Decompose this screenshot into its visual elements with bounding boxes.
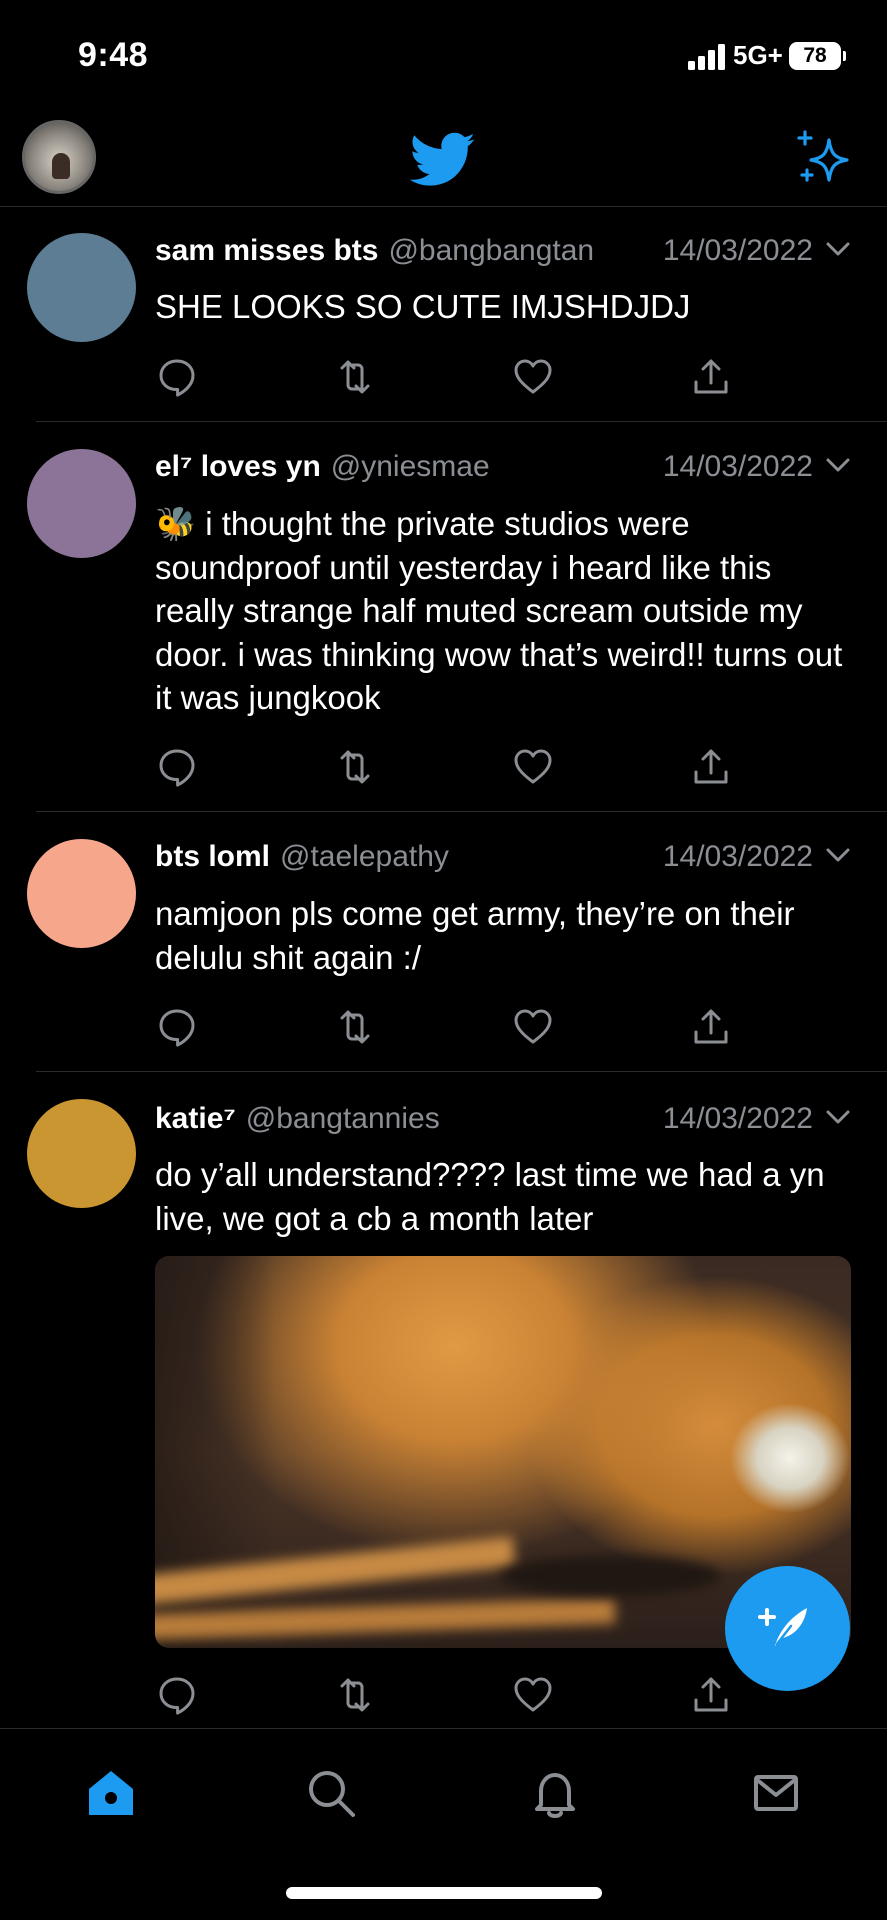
- heart-icon: [514, 1677, 552, 1712]
- reply-button[interactable]: [155, 1673, 199, 1717]
- share-button[interactable]: [689, 1673, 733, 1717]
- display-name[interactable]: sam misses bts: [155, 234, 378, 267]
- avatar-figure: [52, 153, 70, 179]
- battery-tip: [843, 51, 846, 61]
- profile-avatar-button[interactable]: [22, 120, 96, 194]
- heart-icon: [514, 1009, 552, 1044]
- retweet-icon: [340, 360, 370, 394]
- retweet-button[interactable]: [333, 355, 377, 399]
- display-name[interactable]: el⁷ loves yn: [155, 450, 321, 483]
- like-button[interactable]: [511, 355, 555, 399]
- tweet-header: bts loml @taelepathy 14/03/2022: [155, 840, 851, 880]
- tweet-actions: [155, 355, 755, 399]
- like-button[interactable]: [511, 745, 555, 789]
- tweet-1[interactable]: sam misses bts @bangbangtan 14/03/2022 SH…: [0, 208, 887, 422]
- tweet-actions: [155, 1673, 755, 1717]
- share-button[interactable]: [689, 355, 733, 399]
- reply-icon: [159, 1677, 195, 1715]
- tweet-date: 14/03/2022: [662, 840, 813, 873]
- retweet-button[interactable]: [333, 745, 377, 789]
- network-type: 5G+: [733, 40, 783, 70]
- reply-button[interactable]: [155, 1005, 199, 1049]
- username[interactable]: @bangtannies: [246, 1102, 440, 1135]
- tweet-actions: [155, 1005, 755, 1049]
- reply-button[interactable]: [155, 745, 199, 789]
- bee-emoji: 🐝: [155, 505, 197, 542]
- status-time: 9:48: [78, 36, 149, 74]
- retweet-button[interactable]: [333, 1005, 377, 1049]
- retweet-button[interactable]: [333, 1673, 377, 1717]
- share-button[interactable]: [689, 1005, 733, 1049]
- avatar[interactable]: [27, 449, 136, 558]
- tweet-2[interactable]: el⁷ loves yn @yniesmae 14/03/2022 🐝 i tho…: [0, 422, 887, 812]
- tweet-3[interactable]: bts loml @taelepathy 14/03/2022 namjoon p…: [0, 812, 887, 1072]
- username[interactable]: @taelepathy: [280, 840, 449, 873]
- chevron-down-icon[interactable]: [825, 1108, 851, 1126]
- reply-icon: [159, 359, 195, 397]
- tweet-date: 14/03/2022: [662, 1102, 813, 1135]
- status-bar: 9:48 5G+ 78: [0, 0, 887, 110]
- compose-tweet-icon: [758, 1608, 807, 1646]
- avatar[interactable]: [27, 233, 136, 342]
- timeline-header: [0, 110, 887, 207]
- tab-notifications[interactable]: [527, 1765, 583, 1821]
- battery-icon: 78: [789, 42, 841, 70]
- sparkle-icon[interactable]: [795, 128, 851, 188]
- chevron-down-icon[interactable]: [825, 846, 851, 864]
- username[interactable]: @yniesmae: [331, 450, 490, 483]
- like-button[interactable]: [511, 1005, 555, 1049]
- chevron-down-icon[interactable]: [825, 456, 851, 474]
- tweet-body: i thought the private studios were sound…: [155, 505, 843, 716]
- heart-icon: [514, 749, 552, 784]
- battery-level: 78: [803, 44, 827, 67]
- compose-tweet-button[interactable]: [725, 1566, 850, 1691]
- tweet-text: namjoon pls come get army, they’re on th…: [155, 895, 795, 976]
- display-name[interactable]: bts loml: [155, 840, 270, 873]
- signal-strength-icon: [688, 44, 725, 70]
- like-button[interactable]: [511, 1673, 555, 1717]
- display-name[interactable]: katie⁷: [155, 1102, 236, 1135]
- messages-envelope-icon: [754, 1775, 798, 1811]
- tweet-actions: [155, 745, 755, 789]
- share-icon: [694, 1677, 728, 1712]
- tab-home[interactable]: [83, 1765, 139, 1821]
- retweet-icon: [340, 1010, 370, 1044]
- share-icon: [694, 359, 728, 394]
- share-button[interactable]: [689, 745, 733, 789]
- search-icon: [309, 1771, 355, 1817]
- avatar[interactable]: [27, 839, 136, 948]
- media-dark-shape: [500, 1556, 720, 1596]
- heart-icon: [514, 359, 552, 394]
- retweet-icon: [340, 1678, 370, 1712]
- notifications-bell-icon: [535, 1773, 575, 1818]
- tweet-text: SHE LOOKS SO CUTE IMJSHDJDJ: [155, 288, 691, 325]
- tab-messages[interactable]: [748, 1765, 804, 1821]
- reply-button[interactable]: [155, 355, 199, 399]
- tweet-text: 🐝 i thought the private studios were sou…: [155, 502, 855, 720]
- home-indicator[interactable]: [286, 1887, 602, 1899]
- tweet-date: 14/03/2022: [662, 450, 813, 483]
- reply-icon: [159, 1009, 195, 1047]
- tweet-date: 14/03/2022: [662, 234, 813, 267]
- tab-search[interactable]: [303, 1765, 359, 1821]
- twitter-bird-icon[interactable]: [410, 132, 476, 188]
- tweet-header: katie⁷ @bangtannies 14/03/2022: [155, 1102, 851, 1142]
- tweet-text: do y’all understand???? last time we had…: [155, 1156, 825, 1237]
- username[interactable]: @bangbangtan: [388, 234, 594, 267]
- avatar[interactable]: [27, 1099, 136, 1208]
- reply-icon: [159, 749, 195, 787]
- home-icon: [89, 1771, 133, 1815]
- share-icon: [694, 749, 728, 784]
- retweet-icon: [340, 750, 370, 784]
- tweet-header: el⁷ loves yn @yniesmae 14/03/2022: [155, 450, 851, 490]
- chevron-down-icon[interactable]: [825, 240, 851, 258]
- share-icon: [694, 1009, 728, 1044]
- tweet-header: sam misses bts @bangbangtan 14/03/2022: [155, 234, 851, 274]
